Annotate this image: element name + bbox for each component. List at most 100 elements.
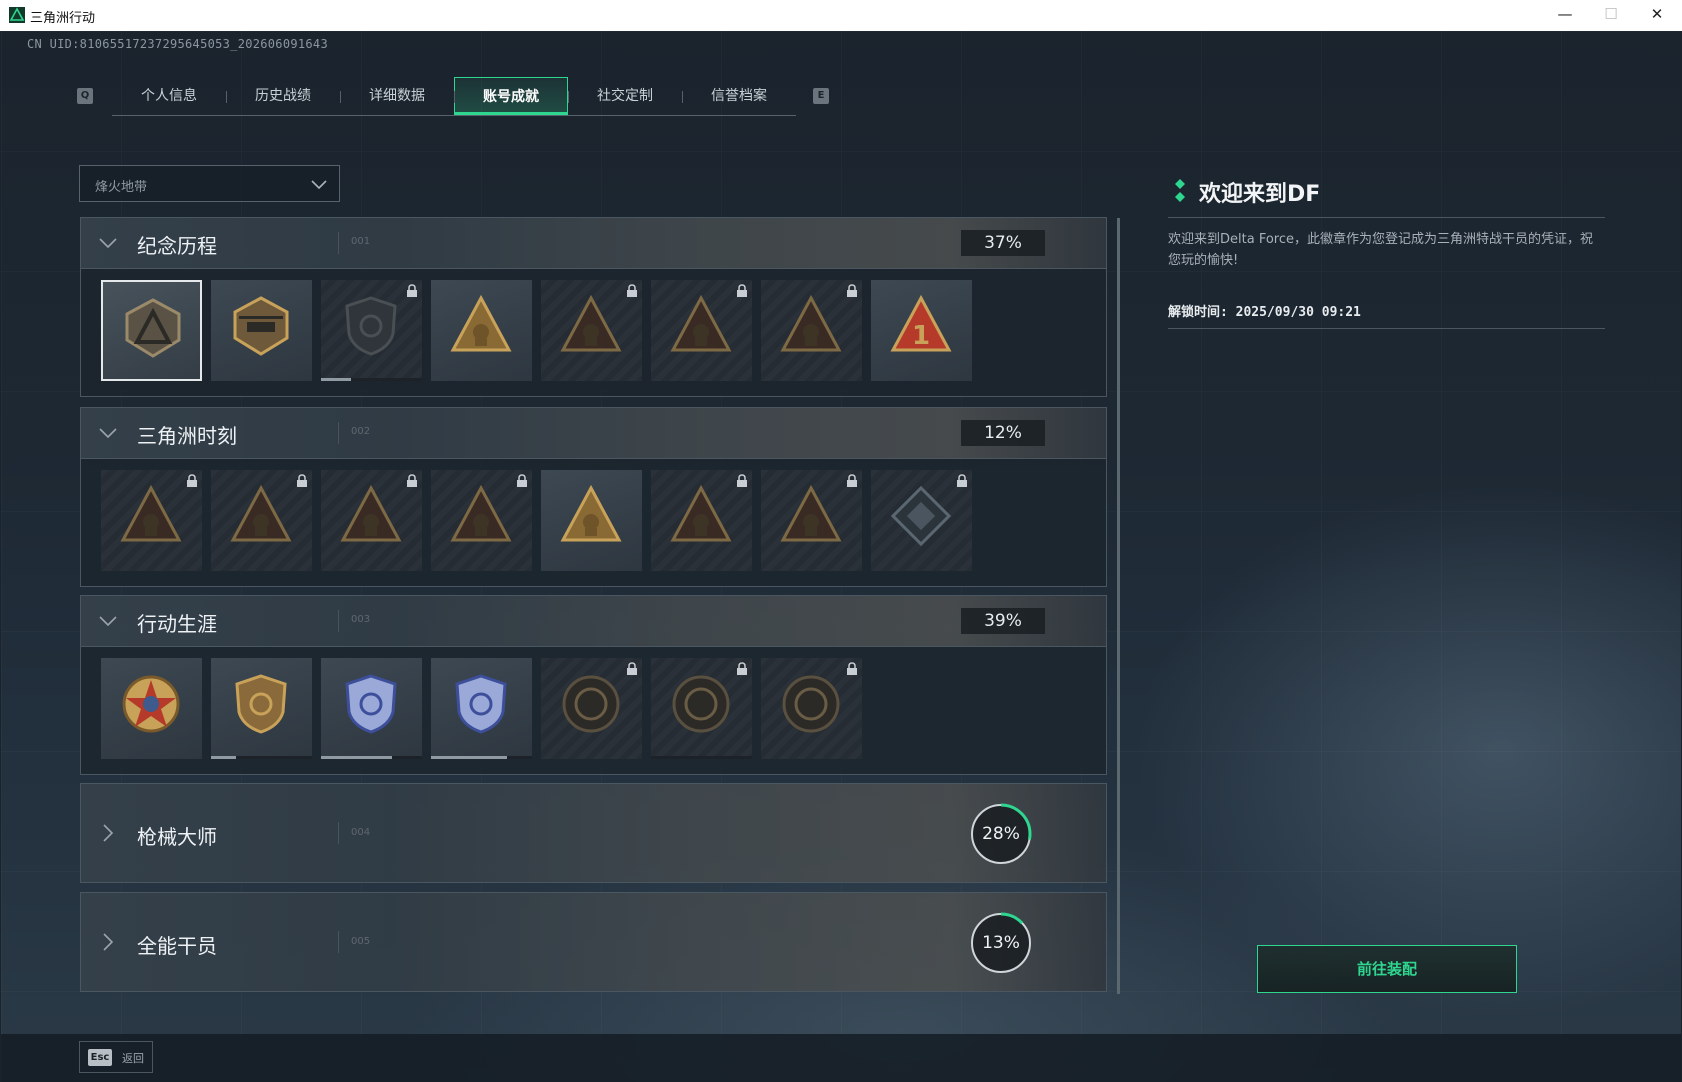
silver-shield-badge-icon [345, 674, 397, 734]
round-eye-badge[interactable] [761, 658, 862, 759]
bronze-shield-badge[interactable] [211, 658, 312, 759]
badge-detail-description: 欢迎来到Delta Force，此徽章作为您登记成为三角洲特战干员的凭证，祝您玩… [1168, 232, 1593, 268]
safe-triangle-badge-icon [230, 484, 292, 542]
badge-progress-bar [431, 756, 532, 759]
maximize-button[interactable]: ☐ [1588, 0, 1634, 31]
section-header[interactable]: 纪念历程 001 37% [81, 218, 1106, 269]
window-title: 三角洲行动 [30, 11, 96, 26]
red-number-one-badge-icon: 1 [890, 294, 952, 352]
tab-bar: 个人信息 历史战绩 详细数据 账号成就 社交定制 信誉档案 [112, 77, 796, 116]
helicopter-badge[interactable] [211, 280, 312, 381]
equip-button[interactable]: 前往装配 [1257, 945, 1517, 993]
section-title: 纪念历程 [137, 234, 217, 258]
team-triangle-badge-icon [560, 484, 622, 542]
dark-shield-badge[interactable] [321, 280, 422, 381]
tab-1[interactable]: 个人信息 [112, 77, 226, 115]
window-titlebar: 三角洲行动 — ☐ ✕ [0, 0, 1682, 31]
tab-5[interactable]: 社交定制 [568, 77, 682, 115]
chevron-down-icon[interactable] [97, 610, 119, 632]
helmet-triangle-badge[interactable] [651, 280, 752, 381]
diamond-shield-badge[interactable] [431, 658, 532, 759]
round-skull-badge-icon [672, 675, 730, 733]
next-tab-key[interactable]: E [813, 88, 829, 104]
badge-progress-fill [321, 756, 392, 759]
section-progress-percent: 28% [982, 824, 1020, 844]
diamond-shield-badge-icon [455, 674, 507, 734]
lock-icon [517, 474, 527, 487]
diamond-cube-badge[interactable] [871, 470, 972, 571]
divider [1168, 217, 1605, 218]
section-number: 004 [351, 827, 371, 838]
section-progress-percent: 13% [982, 933, 1020, 953]
crate-triangle-badge[interactable] [101, 470, 202, 571]
mode-dropdown[interactable]: 烽火地带 [79, 165, 340, 202]
round-skull-badge[interactable] [651, 658, 752, 759]
section-number: 005 [351, 936, 371, 947]
delta-triangle-badge[interactable] [101, 280, 202, 381]
section-title: 三角洲时刻 [137, 424, 237, 448]
winged-triangle-badge-icon [670, 484, 732, 542]
lock-icon [407, 284, 417, 297]
badge-progress-bar [321, 756, 422, 759]
close-button[interactable]: ✕ [1634, 0, 1680, 31]
round-ring-badge[interactable] [541, 658, 642, 759]
lock-icon [737, 662, 747, 675]
chevron-down-icon[interactable] [97, 232, 119, 254]
badge-grid [81, 458, 1106, 586]
gold-triangle-badge[interactable] [431, 280, 532, 381]
hands-triangle-badge[interactable] [431, 470, 532, 571]
chevron-right-icon[interactable] [97, 931, 119, 953]
star-medal-badge[interactable] [101, 658, 202, 759]
bronze-shield-badge-icon [235, 674, 287, 734]
prev-tab-key[interactable]: Q [77, 88, 93, 104]
silver-shield-badge[interactable] [321, 658, 422, 759]
achievement-section: 行动生涯 003 39% [80, 595, 1107, 775]
divider [338, 931, 339, 953]
fish-triangle-badge[interactable] [761, 470, 862, 571]
section-number: 001 [351, 236, 371, 247]
chevron-down-icon[interactable] [97, 422, 119, 444]
skull-crossed-guns-badge[interactable] [761, 280, 862, 381]
badge-detail-title: 欢迎来到DF [1199, 182, 1321, 207]
badge-progress-bar [651, 756, 752, 759]
achievement-section: 全能干员 005 13% [80, 892, 1107, 992]
badge-unlock-time: 解锁时间: 2025/09/30 09:21 [1168, 305, 1361, 320]
lock-icon [847, 662, 857, 675]
chevron-right-icon[interactable] [97, 822, 119, 844]
lock-icon [627, 662, 637, 675]
red-number-one-badge[interactable]: 1 [871, 280, 972, 381]
section-header[interactable]: 枪械大师 004 28% [81, 784, 1106, 882]
badge-progress-bar [211, 756, 312, 759]
operator-triangle-badge[interactable] [541, 280, 642, 381]
mode-dropdown-value: 烽火地带 [95, 180, 148, 195]
safe-triangle-badge[interactable] [211, 470, 312, 571]
lock-icon [187, 474, 197, 487]
section-header[interactable]: 三角洲时刻 002 12% [81, 408, 1106, 459]
winged-triangle-badge[interactable] [651, 470, 752, 571]
app-icon [9, 7, 25, 23]
tab-4[interactable]: 账号成就 [454, 77, 568, 115]
section-number: 002 [351, 426, 371, 437]
team-triangle-badge[interactable] [541, 470, 642, 571]
section-header[interactable]: 全能干员 005 13% [81, 893, 1106, 991]
lock-icon [957, 474, 967, 487]
badge-progress-bar [321, 378, 422, 381]
helmet-triangle-badge-icon [670, 294, 732, 352]
lock-icon [627, 284, 637, 297]
tab-separator [568, 91, 569, 103]
section-header[interactable]: 行动生涯 003 39% [81, 596, 1106, 647]
chevron-down-icon [311, 180, 327, 190]
tab-6[interactable]: 信誉档案 [682, 77, 796, 115]
tab-2[interactable]: 历史战绩 [226, 77, 340, 115]
badge-progress-fill [431, 756, 507, 759]
scrollbar[interactable] [1117, 218, 1120, 994]
section-progress-percent: 37% [961, 230, 1045, 256]
section-progress-percent: 39% [961, 608, 1045, 634]
tab-3[interactable]: 详细数据 [340, 77, 454, 115]
round-ring-badge-icon [562, 675, 620, 733]
back-button[interactable]: Esc 返回 [79, 1041, 153, 1073]
tab-separator [226, 91, 227, 103]
minimize-button[interactable]: — [1542, 0, 1588, 31]
soldier-triangle-badge[interactable] [321, 470, 422, 571]
achievement-section: 纪念历程 001 37% 1 [80, 217, 1107, 397]
